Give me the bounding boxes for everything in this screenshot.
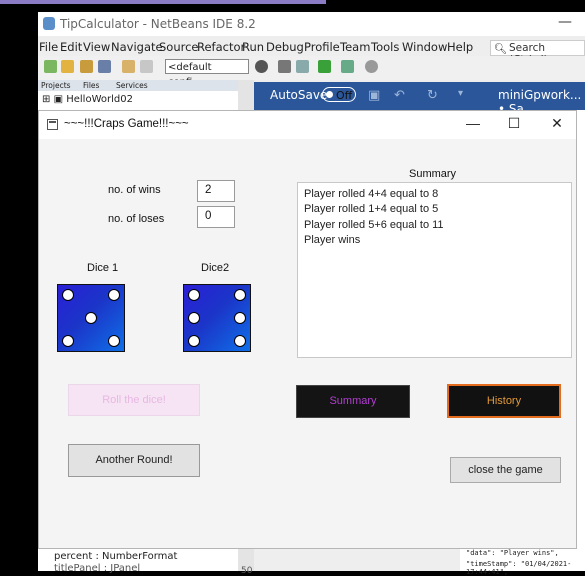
window-icon	[47, 119, 58, 130]
menu-help[interactable]: Help	[447, 40, 473, 54]
new-file-icon[interactable]	[44, 60, 57, 73]
ide-search-input[interactable]: 🔍︎ Search (Ctrl+I)	[490, 40, 585, 66]
die-pip	[62, 335, 74, 347]
redo-icon[interactable]: ↻	[427, 88, 438, 103]
config-select[interactable]: <default confi...	[165, 59, 249, 88]
netbeans-logo-icon	[43, 17, 55, 30]
line-number: 50	[241, 566, 253, 576]
tab-projects[interactable]: Projects	[41, 81, 71, 90]
json-line: "data": "Player wins",	[466, 549, 559, 557]
ide-title: TipCalculator - NetBeans IDE 8.2	[60, 17, 256, 31]
die-pip	[85, 312, 97, 324]
menu-window[interactable]: Window	[402, 40, 447, 54]
another-round-button[interactable]: Another Round!	[68, 444, 200, 477]
maximize-button[interactable]: ☐	[504, 115, 524, 132]
clean-build-icon[interactable]	[278, 60, 291, 73]
dice1-image	[57, 284, 125, 352]
menu-source[interactable]: Source	[159, 40, 199, 54]
menu-profile[interactable]: Profile	[304, 40, 340, 54]
menu-navigate[interactable]: Navigate	[111, 40, 163, 54]
wins-field[interactable]: 2	[197, 180, 235, 202]
autosave-label: AutoSave	[270, 88, 328, 102]
word-titlebar: AutoSave Off ▣ ↶ ↻ ▾ miniGpwork... • Sa	[254, 82, 585, 116]
project-label: HelloWorld02	[66, 94, 133, 105]
die-pip	[188, 335, 200, 347]
undo-icon[interactable]: ↶	[394, 88, 405, 103]
close-game-button[interactable]: close the game	[450, 457, 561, 483]
folder-icon: ▣	[53, 94, 64, 105]
taskbar-highlight	[0, 0, 326, 4]
die-pip	[234, 289, 246, 301]
search-icon: 🔍︎	[494, 43, 508, 55]
summary-line: Player wins	[304, 234, 361, 246]
die-pip	[108, 289, 120, 301]
run-icon[interactable]	[318, 60, 331, 73]
dice2-label: Dice2	[201, 262, 230, 274]
summary-button[interactable]: Summary	[296, 385, 410, 418]
tab-services[interactable]: Services	[116, 81, 148, 90]
json-line: "timeStamp": "01/04/2021-17:44:41",	[466, 560, 572, 576]
craps-dialog: ~~~!!!Craps Game!!!~~~ — ☐ ✕ no. of wins…	[38, 110, 577, 549]
project-tabs: Projects Files Services	[38, 80, 238, 91]
dice2-image	[183, 284, 251, 352]
hammer-icon[interactable]	[296, 60, 309, 73]
save-icon[interactable]: ▣	[368, 88, 380, 103]
wins-label: no. of wins	[108, 184, 161, 196]
loses-label: no. of loses	[108, 213, 165, 225]
menu-debug[interactable]: Debug	[266, 40, 304, 54]
autosave-state: Off	[336, 89, 353, 102]
roll-dice-button[interactable]: Roll the dice!	[68, 384, 200, 416]
save-all-icon[interactable]	[98, 60, 111, 73]
open-project-icon[interactable]	[80, 60, 93, 73]
dialog-title: ~~~!!!Craps Game!!!~~~	[64, 118, 189, 130]
dialog-titlebar: ~~~!!!Craps Game!!!~~~ — ☐ ✕	[39, 111, 576, 139]
die-pip	[234, 312, 246, 324]
summary-line: Player rolled 1+4 equal to 5	[304, 203, 439, 215]
menu-refactor[interactable]: Refactor	[197, 40, 245, 54]
navigator-item[interactable]: percent : NumberFormat	[54, 551, 177, 562]
die-pip	[188, 289, 200, 301]
customize-icon[interactable]: ▾	[458, 88, 463, 99]
summary-textarea[interactable]: Player rolled 4+4 equal to 8 Player roll…	[297, 182, 572, 358]
navigator-item[interactable]: titlePanel : JPanel	[54, 563, 140, 574]
minimize-button[interactable]: —	[463, 115, 483, 131]
autosave-toggle[interactable]: Off	[322, 87, 356, 102]
ide-toolbar: <default confi...	[38, 56, 585, 88]
summary-line: Player rolled 5+6 equal to 11	[304, 219, 444, 231]
summary-heading: Summary	[409, 168, 457, 180]
menu-file[interactable]: File	[39, 40, 58, 54]
ide-minimize-button[interactable]: —	[558, 14, 572, 30]
history-button[interactable]: History	[447, 384, 561, 418]
undo-icon[interactable]	[122, 60, 135, 73]
die-pip	[108, 335, 120, 347]
build-icon[interactable]	[255, 60, 268, 73]
die-pip	[188, 312, 200, 324]
menu-edit[interactable]: Edit	[60, 40, 82, 54]
menu-team[interactable]: Team	[340, 40, 370, 54]
loses-field[interactable]: 0	[197, 206, 235, 228]
die-pip	[62, 289, 74, 301]
redo-icon[interactable]	[140, 60, 153, 73]
menu-tools[interactable]: Tools	[371, 40, 399, 54]
menu-run[interactable]: Run	[242, 40, 264, 54]
project-item[interactable]: ⊞ ▣ HelloWorld02	[42, 94, 133, 105]
ide-menubar: File Edit View Navigate Source Refactor …	[38, 38, 585, 66]
expand-icon[interactable]: ⊞	[42, 94, 50, 105]
navigator-panel: percent : NumberFormat titlePanel : JPan…	[38, 549, 238, 574]
menu-view[interactable]: View	[83, 40, 110, 54]
close-window-button[interactable]: ✕	[547, 115, 567, 132]
ide-titlebar: TipCalculator - NetBeans IDE 8.2 —	[38, 12, 585, 36]
profile-icon[interactable]	[365, 60, 378, 73]
new-project-icon[interactable]	[61, 60, 74, 73]
dice1-label: Dice 1	[87, 262, 119, 274]
die-pip	[234, 335, 246, 347]
tab-files[interactable]: Files	[83, 81, 99, 90]
toggle-knob	[326, 91, 333, 98]
debug-icon[interactable]	[341, 60, 354, 73]
summary-line: Player rolled 4+4 equal to 8	[304, 188, 439, 200]
